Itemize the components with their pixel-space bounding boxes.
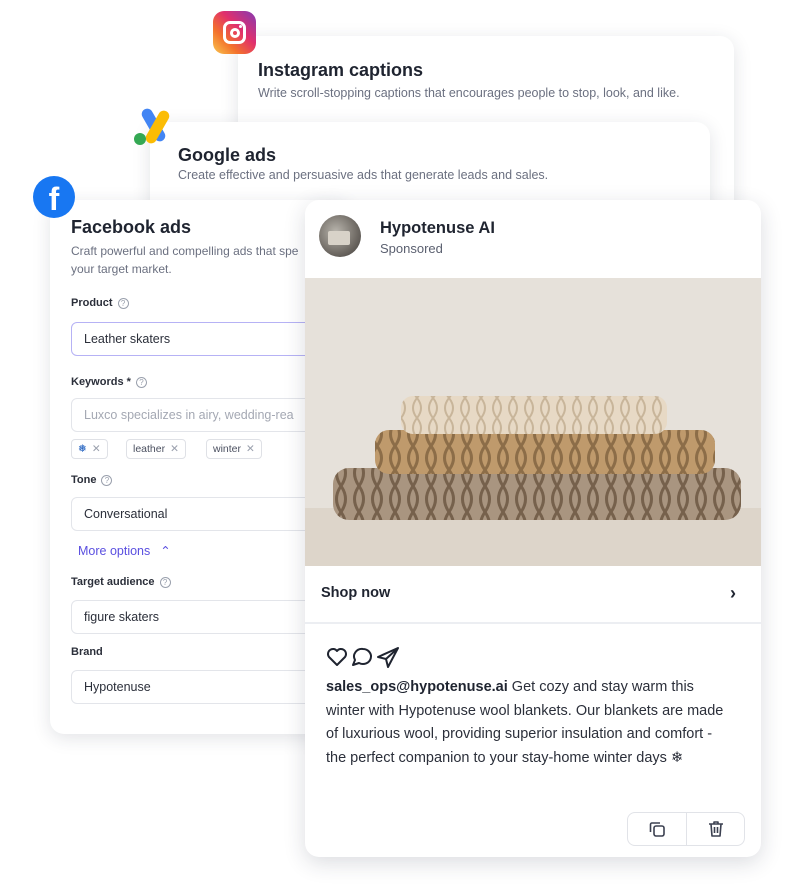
chip-remove-icon[interactable]: ✕ bbox=[246, 443, 255, 455]
heart-icon[interactable] bbox=[327, 648, 347, 666]
trash-icon bbox=[709, 821, 723, 837]
share-icon[interactable] bbox=[377, 647, 399, 668]
tone-select[interactable]: Conversational bbox=[71, 497, 331, 531]
page-name: Hypotenuse AI bbox=[380, 219, 495, 237]
instagram-card-title: Instagram captions bbox=[258, 60, 424, 80]
brand-input[interactable]: Hypotenuse bbox=[71, 670, 331, 704]
copy-button[interactable] bbox=[628, 813, 686, 845]
help-icon[interactable]: ? bbox=[135, 377, 147, 388]
product-input[interactable]: Leather skaters bbox=[71, 322, 331, 356]
product-label: Product? bbox=[71, 297, 129, 309]
tone-label: Tone? bbox=[71, 474, 113, 486]
target-audience-label: Target audience? bbox=[71, 576, 171, 588]
help-icon[interactable]: ? bbox=[101, 475, 113, 486]
help-icon[interactable]: ? bbox=[117, 298, 129, 309]
help-icon[interactable]: ? bbox=[159, 577, 171, 588]
comment-icon[interactable] bbox=[352, 647, 372, 666]
google-card-description: Create effective and persuasive ads that… bbox=[178, 168, 549, 182]
keyword-chip-icon[interactable]: ❅ ✕ bbox=[71, 439, 108, 459]
post-caption: sales_ops@hypotenuse.ai Get cozy and sta… bbox=[326, 676, 736, 770]
keywords-input[interactable]: Luxco specializes in airy, wedding-rea bbox=[71, 398, 331, 432]
target-audience-input[interactable]: figure skaters bbox=[71, 600, 331, 634]
page-avatar bbox=[319, 215, 361, 257]
shop-now-button[interactable]: Shop now bbox=[321, 585, 390, 601]
instagram-card-description: Write scroll-stopping captions that enco… bbox=[258, 86, 680, 100]
sponsored-label: Sponsored bbox=[380, 241, 443, 256]
post-actions-group bbox=[627, 812, 745, 846]
facebook-form-title: Facebook ads bbox=[71, 217, 192, 237]
instagram-logo-icon bbox=[213, 11, 256, 54]
post-handle[interactable]: sales_ops@hypotenuse.ai bbox=[326, 679, 508, 695]
chip-remove-icon[interactable]: ✕ bbox=[170, 443, 179, 455]
post-action-icons bbox=[327, 647, 399, 668]
tag-icon: ❅ bbox=[78, 443, 87, 455]
divider bbox=[305, 622, 761, 624]
chip-remove-icon[interactable]: ✕ bbox=[92, 443, 101, 455]
keyword-chip-leather[interactable]: leather ✕ bbox=[126, 439, 186, 459]
more-options-label: More options bbox=[78, 544, 151, 558]
delete-button[interactable] bbox=[687, 813, 745, 845]
keyword-chip-winter[interactable]: winter ✕ bbox=[206, 439, 262, 459]
keywords-label: Keywords *? bbox=[71, 376, 147, 388]
google-ads-logo-icon bbox=[134, 108, 170, 145]
chevron-up-icon: ⌃ bbox=[160, 544, 171, 558]
chevron-right-icon[interactable]: › bbox=[730, 583, 736, 604]
ad-image-knit-blankets bbox=[305, 278, 761, 566]
brand-label: Brand bbox=[71, 646, 103, 658]
facebook-logo-icon: f bbox=[33, 176, 75, 218]
copy-icon bbox=[649, 822, 665, 837]
more-options-toggle[interactable]: More options ⌃ bbox=[78, 543, 171, 558]
google-card-title: Google ads bbox=[178, 145, 277, 165]
